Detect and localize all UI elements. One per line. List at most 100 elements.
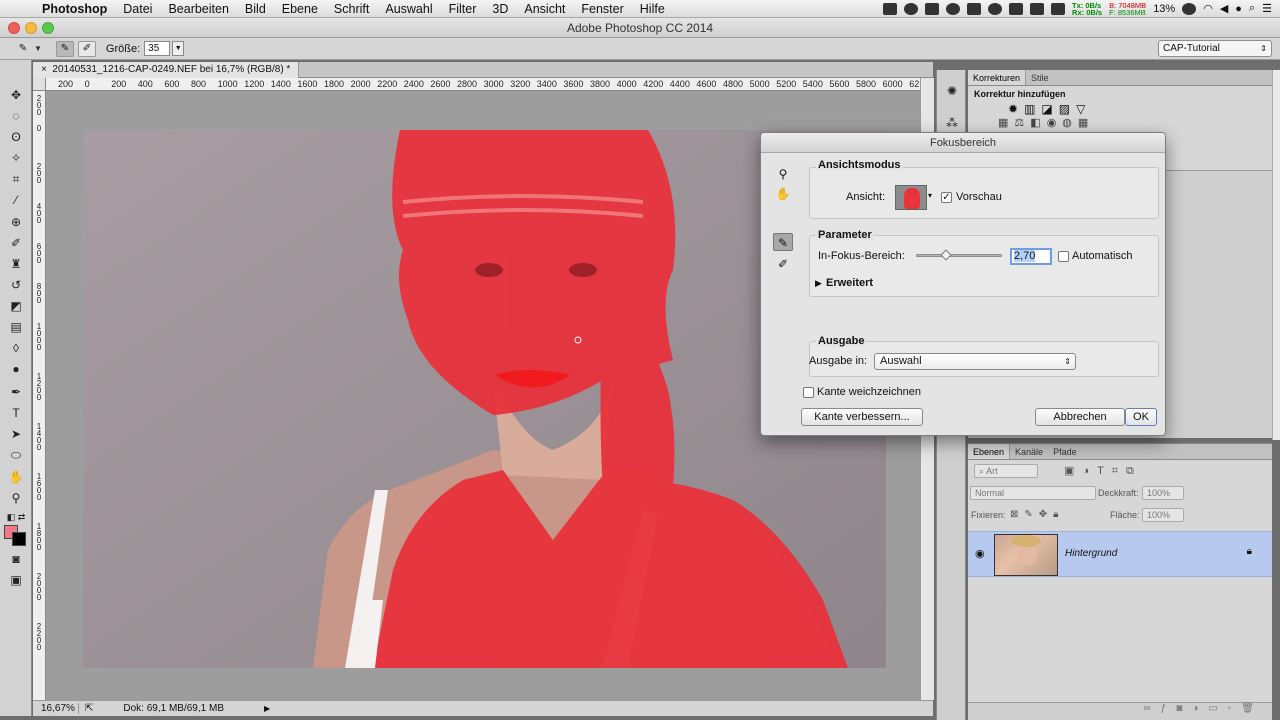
tray-app-icon[interactable] (883, 2, 898, 15)
subtract-focus-brush-icon[interactable]: ✐ (77, 40, 96, 57)
tray-keyboard-icon[interactable] (1051, 2, 1066, 15)
photo-filter-icon[interactable]: ◉ (1047, 117, 1063, 129)
dialog-add-focus-brush-icon[interactable]: ✎ (773, 233, 793, 251)
close-document-icon[interactable]: × (41, 64, 47, 75)
tray-display-icon[interactable] (1030, 2, 1045, 15)
healing-brush-tool-icon[interactable]: ⊕ (6, 213, 26, 231)
tray-cloud-icon[interactable] (904, 2, 919, 15)
add-focus-brush-icon[interactable]: ✎ (55, 40, 74, 57)
volume-icon[interactable]: ◀ (1220, 2, 1228, 15)
dialog-subtract-focus-brush-icon[interactable]: ✐ (773, 255, 793, 273)
menu-fenster[interactable]: Fenster (573, 2, 631, 16)
advanced-disclosure-icon[interactable]: ▶ (815, 278, 822, 289)
filter-type-icon[interactable]: T (1097, 465, 1112, 477)
clone-stamp-tool-icon[interactable]: ♜ (6, 255, 26, 273)
dialog-zoom-icon[interactable]: ⚲ (773, 165, 793, 183)
minimize-window-icon[interactable] (25, 22, 37, 34)
brightness-icon[interactable]: ✹ (1008, 102, 1024, 116)
vertical-ruler[interactable]: 200 0 200 400 600 800 1000 1200 1400 160… (33, 91, 46, 700)
new-group-icon[interactable]: ▭ (1208, 703, 1227, 714)
infocus-slider[interactable] (916, 254, 1002, 257)
menu-bearbeiten[interactable]: Bearbeiten (160, 2, 236, 16)
status-menu-arrow-icon[interactable]: ▶ (264, 704, 270, 713)
fill-input[interactable]: 100% (1142, 508, 1184, 522)
tool-preset-brush-icon[interactable]: ✎ (14, 41, 32, 57)
menu-hilfe[interactable]: Hilfe (632, 2, 673, 16)
document-tab[interactable]: × 20140531_1216-CAP-0249.NEF bei 16,7% (… (33, 62, 300, 78)
filter-smart-icon[interactable]: ⧉ (1126, 465, 1142, 477)
tab-stile[interactable]: Stile (1026, 70, 1054, 85)
blur-tool-icon[interactable]: ◊ (6, 339, 26, 357)
link-layers-icon[interactable]: ∞ (1144, 703, 1161, 714)
crop-tool-icon[interactable]: ⌗ (6, 170, 26, 188)
menu-ansicht[interactable]: Ansicht (516, 2, 573, 16)
quick-selection-tool-icon[interactable]: ✧ (6, 149, 26, 167)
net-monitor[interactable]: Tx: 0B/s Rx: 0B/s (1072, 1, 1102, 16)
delete-layer-icon[interactable]: 🗑︎ (1241, 703, 1264, 714)
screen-mode-icon[interactable]: ▣ (6, 571, 26, 589)
pen-tool-icon[interactable]: ✒ (6, 383, 26, 401)
menu-ebene[interactable]: Ebene (274, 2, 326, 16)
menu-schrift[interactable]: Schrift (326, 2, 377, 16)
vibrance-icon[interactable]: ▽ (1076, 102, 1091, 116)
new-adjustment-icon[interactable]: ◑ (1192, 703, 1208, 714)
close-window-icon[interactable] (8, 22, 20, 34)
lock-all-icon[interactable]: 🔒︎ (1053, 509, 1064, 520)
tray-dropbox-icon[interactable] (925, 2, 940, 15)
dialog-hand-icon[interactable]: ✋ (773, 185, 793, 203)
soften-edge-checkbox[interactable] (803, 387, 814, 398)
wifi-icon[interactable]: ◠ (1203, 2, 1213, 15)
brush-tool-icon[interactable]: ✐ (6, 234, 26, 252)
lasso-tool-icon[interactable]: ʘ (6, 128, 26, 146)
mem-monitor[interactable]: B: 7048MB F: 8536MB (1109, 1, 1146, 16)
gradient-tool-icon[interactable]: ▤ (6, 318, 26, 336)
refine-edge-button[interactable]: Kante verbessern... (801, 408, 923, 426)
spotlight-icon[interactable]: ⌕ (1249, 2, 1255, 15)
eraser-tool-icon[interactable]: ◩ (6, 297, 26, 315)
path-selection-tool-icon[interactable]: ➤ (6, 425, 26, 443)
channel-mixer-icon[interactable]: ◍ (1062, 117, 1078, 129)
layer-filter-select[interactable]: ⌕ Art (974, 464, 1038, 478)
cancel-button[interactable]: Abbrechen (1035, 408, 1125, 426)
size-dropdown-icon[interactable]: ▼ (172, 41, 185, 56)
blend-mode-select[interactable]: Normal (970, 486, 1096, 500)
marquee-tool-icon[interactable]: ◌ (6, 107, 26, 125)
quick-mask-icon[interactable]: ◙ (6, 550, 26, 568)
menu-3d[interactable]: 3D (484, 2, 516, 16)
adjustments-panel-icon[interactable]: ✺ (942, 82, 962, 100)
add-mask-icon[interactable]: ◙ (1176, 703, 1192, 714)
eyedropper-tool-icon[interactable]: ⁄ (6, 191, 26, 209)
notification-list-icon[interactable]: ☰ (1262, 2, 1272, 15)
ellipse-tool-icon[interactable]: ⬭ (6, 446, 26, 464)
lock-pixels-icon[interactable]: ✎ (1024, 509, 1038, 520)
workspace-select[interactable]: CAP-Tutorial ⇕ (1158, 40, 1272, 57)
infocus-input[interactable]: 2,70 (1010, 248, 1052, 265)
tray-screen-icon[interactable] (1009, 2, 1024, 15)
horizontal-ruler[interactable]: 200 0 200 400 600 800 1000 1200 1400 1600 1800 2000… (46, 78, 920, 91)
filter-adjust-icon[interactable]: ◑ (1082, 465, 1097, 477)
view-mode-thumbnail[interactable] (895, 185, 927, 210)
tab-korrekturen[interactable]: Korrekturen (968, 70, 1027, 85)
tray-utility-icon[interactable] (946, 2, 961, 15)
tray-timer-icon[interactable] (988, 2, 1003, 15)
time-machine-icon[interactable] (1182, 2, 1197, 15)
size-input[interactable]: 35 (144, 41, 171, 56)
move-tool-icon[interactable]: ✥ (6, 86, 26, 104)
hand-tool-icon[interactable]: ✋ (6, 468, 26, 486)
lock-transparency-icon[interactable]: ⊠ (1010, 509, 1024, 520)
view-dropdown-icon[interactable]: ▾ (928, 191, 932, 200)
history-brush-tool-icon[interactable]: ↺ (6, 276, 26, 294)
menu-bild[interactable]: Bild (237, 2, 274, 16)
auto-checkbox[interactable] (1058, 251, 1069, 262)
ruler-origin[interactable] (33, 78, 46, 91)
ok-button[interactable]: OK (1125, 408, 1157, 426)
menu-datei[interactable]: Datei (115, 2, 160, 16)
filter-pixel-icon[interactable]: ▣ (1064, 465, 1082, 477)
menu-app-photoshop[interactable]: Photoshop (34, 2, 115, 16)
black-white-icon[interactable]: ◧ (1030, 117, 1046, 129)
preview-checkbox[interactable]: ✓ (941, 192, 952, 203)
output-select[interactable]: Auswahl ⇕ (874, 353, 1076, 370)
tab-ebenen[interactable]: Ebenen (968, 444, 1011, 459)
hue-saturation-icon[interactable]: ▦ (998, 117, 1014, 129)
menu-auswahl[interactable]: Auswahl (377, 2, 440, 16)
